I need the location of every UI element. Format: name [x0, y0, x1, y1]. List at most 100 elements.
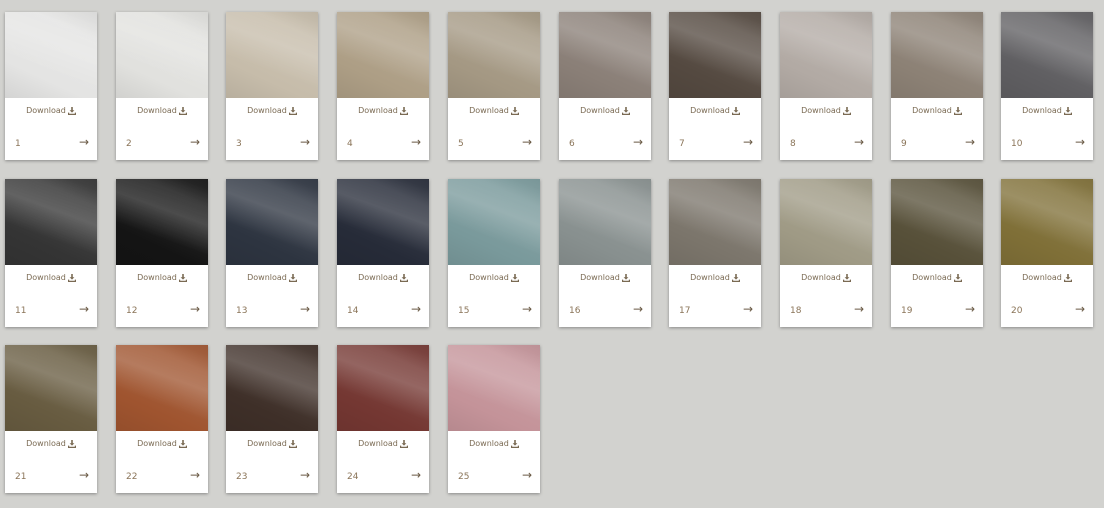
color-swatch-image[interactable] [226, 12, 318, 98]
color-card[interactable]: Download 4 → [337, 12, 429, 160]
color-swatch-image[interactable] [5, 345, 97, 431]
color-card[interactable]: Download 2 → [116, 12, 208, 160]
color-swatch-image[interactable] [780, 179, 872, 265]
color-swatch-image[interactable] [1001, 12, 1093, 98]
download-link[interactable]: Download [780, 273, 872, 282]
color-card[interactable]: Download 5 → [448, 12, 540, 160]
arrow-right-icon[interactable]: → [190, 303, 200, 315]
download-link[interactable]: Download [337, 439, 429, 448]
color-swatch-image[interactable] [116, 179, 208, 265]
arrow-right-icon[interactable]: → [1075, 136, 1085, 148]
download-link[interactable]: Download [448, 106, 540, 115]
color-card[interactable]: Download 24 → [337, 345, 429, 493]
arrow-right-icon[interactable]: → [854, 303, 864, 315]
download-link[interactable]: Download [448, 439, 540, 448]
download-link[interactable]: Download [669, 106, 761, 115]
color-swatch-image[interactable] [891, 179, 983, 265]
arrow-right-icon[interactable]: → [300, 469, 310, 481]
color-swatch-image[interactable] [337, 179, 429, 265]
color-card[interactable]: Download 20 → [1001, 179, 1093, 327]
download-link[interactable]: Download [1001, 106, 1093, 115]
color-swatch-image[interactable] [1001, 179, 1093, 265]
color-swatch-image[interactable] [5, 179, 97, 265]
download-link[interactable]: Download [559, 106, 651, 115]
color-card[interactable]: Download 1 → [5, 12, 97, 160]
download-link[interactable]: Download [669, 273, 761, 282]
color-card[interactable]: Download 3 → [226, 12, 318, 160]
color-card[interactable]: Download 15 → [448, 179, 540, 327]
color-card[interactable]: Download 10 → [1001, 12, 1093, 160]
color-card[interactable]: Download 19 → [891, 179, 983, 327]
color-card[interactable]: Download 18 → [780, 179, 872, 327]
download-link[interactable]: Download [891, 106, 983, 115]
arrow-right-icon[interactable]: → [522, 303, 532, 315]
color-card[interactable]: Download 23 → [226, 345, 318, 493]
arrow-right-icon[interactable]: → [965, 303, 975, 315]
download-link[interactable]: Download [226, 439, 318, 448]
arrow-right-icon[interactable]: → [743, 136, 753, 148]
color-card[interactable]: Download 17 → [669, 179, 761, 327]
arrow-right-icon[interactable]: → [79, 469, 89, 481]
arrow-right-icon[interactable]: → [190, 136, 200, 148]
download-link[interactable]: Download [226, 273, 318, 282]
color-swatch-image[interactable] [337, 12, 429, 98]
download-link[interactable]: Download [116, 273, 208, 282]
color-swatch-image[interactable] [448, 345, 540, 431]
arrow-right-icon[interactable]: → [411, 303, 421, 315]
arrow-right-icon[interactable]: → [79, 303, 89, 315]
color-swatch-image[interactable] [891, 12, 983, 98]
arrow-right-icon[interactable]: → [854, 136, 864, 148]
color-swatch-image[interactable] [116, 12, 208, 98]
color-swatch-image[interactable] [448, 179, 540, 265]
arrow-right-icon[interactable]: → [965, 136, 975, 148]
arrow-right-icon[interactable]: → [411, 469, 421, 481]
arrow-right-icon[interactable]: → [411, 136, 421, 148]
arrow-right-icon[interactable]: → [743, 303, 753, 315]
color-card[interactable]: Download 16 → [559, 179, 651, 327]
color-card[interactable]: Download 22 → [116, 345, 208, 493]
color-swatch-image[interactable] [226, 345, 318, 431]
arrow-right-icon[interactable]: → [522, 136, 532, 148]
color-card[interactable]: Download 7 → [669, 12, 761, 160]
arrow-right-icon[interactable]: → [522, 469, 532, 481]
download-link[interactable]: Download [559, 273, 651, 282]
download-link[interactable]: Download [337, 273, 429, 282]
download-link[interactable]: Download [1001, 273, 1093, 282]
color-swatch-image[interactable] [448, 12, 540, 98]
download-link[interactable]: Download [891, 273, 983, 282]
download-link[interactable]: Download [116, 439, 208, 448]
color-swatch-image[interactable] [669, 179, 761, 265]
download-link[interactable]: Download [448, 273, 540, 282]
color-card[interactable]: Download 12 → [116, 179, 208, 327]
color-card[interactable]: Download 14 → [337, 179, 429, 327]
color-swatch-image[interactable] [559, 179, 651, 265]
download-link[interactable]: Download [5, 273, 97, 282]
download-link[interactable]: Download [5, 439, 97, 448]
color-card[interactable]: Download 8 → [780, 12, 872, 160]
color-card[interactable]: Download 21 → [5, 345, 97, 493]
arrow-right-icon[interactable]: → [190, 469, 200, 481]
arrow-right-icon[interactable]: → [1075, 303, 1085, 315]
download-link[interactable]: Download [780, 106, 872, 115]
color-swatch-image[interactable] [226, 179, 318, 265]
download-link[interactable]: Download [337, 106, 429, 115]
arrow-right-icon[interactable]: → [633, 303, 643, 315]
color-swatch-image[interactable] [669, 12, 761, 98]
arrow-right-icon[interactable]: → [633, 136, 643, 148]
arrow-right-icon[interactable]: → [300, 136, 310, 148]
color-swatch-image[interactable] [5, 12, 97, 98]
download-link[interactable]: Download [226, 106, 318, 115]
color-card[interactable]: Download 11 → [5, 179, 97, 327]
color-swatch-image[interactable] [337, 345, 429, 431]
color-swatch-image[interactable] [780, 12, 872, 98]
color-card[interactable]: Download 6 → [559, 12, 651, 160]
color-card[interactable]: Download 9 → [891, 12, 983, 160]
color-swatch-image[interactable] [559, 12, 651, 98]
download-link[interactable]: Download [116, 106, 208, 115]
arrow-right-icon[interactable]: → [79, 136, 89, 148]
color-card[interactable]: Download 13 → [226, 179, 318, 327]
download-link[interactable]: Download [5, 106, 97, 115]
color-card[interactable]: Download 25 → [448, 345, 540, 493]
arrow-right-icon[interactable]: → [300, 303, 310, 315]
color-swatch-image[interactable] [116, 345, 208, 431]
